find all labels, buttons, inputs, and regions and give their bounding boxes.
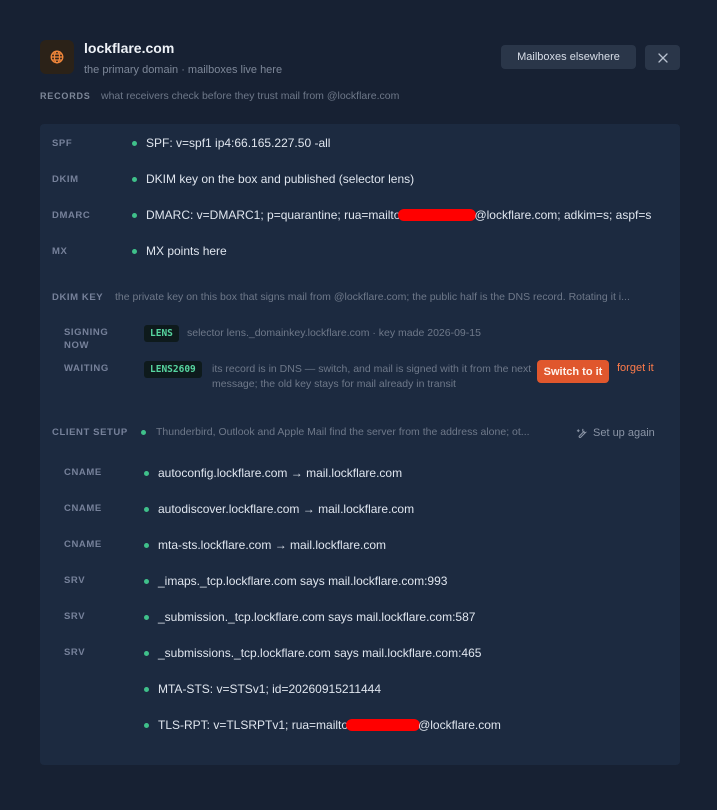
status-dot-mx [132, 249, 137, 254]
status-dot [144, 471, 149, 476]
status-dot [144, 507, 149, 512]
dkim-key-description: the private key on this box that signs m… [115, 291, 630, 303]
client-record-value: _submissions._tcp.lockflare.com says mai… [158, 646, 482, 660]
set-up-again-button[interactable]: Set up again [576, 425, 655, 441]
status-dot [144, 615, 149, 620]
dkim-key-label: DKIM KEY [52, 292, 104, 303]
record-tag-spf: SPF [52, 138, 73, 149]
selector-badge-lens2609: LENS2609 [144, 361, 202, 378]
status-dot-dmarc [132, 213, 137, 218]
wrench-icon [576, 428, 587, 438]
record-value-dmarc: DMARC: v=DMARC1; p=quarantine; rua=mailt… [146, 208, 651, 222]
record-tag-dmarc: DMARC [52, 210, 91, 221]
records-label: RECORDS [40, 91, 91, 101]
client-record-tag: SRV [64, 575, 86, 586]
client-record-value: _submission._tcp.lockflare.com says mail… [158, 610, 476, 624]
signing-key-meta: selector lens._domainkey.lockflare.com ·… [187, 327, 481, 339]
mailboxes-elsewhere-button[interactable]: Mailboxes elsewhere [501, 45, 636, 69]
client-record-tag: CNAME [64, 503, 102, 514]
client-record-tag: SRV [64, 611, 86, 622]
client-record-value: MTA-STS: v=STSv1; id=20260915211444 [158, 682, 382, 696]
domain-title: lockflare.com [84, 40, 175, 56]
client-record-tag: CNAME [64, 467, 102, 478]
signing-now-tag: SIGNING NOW [64, 327, 109, 351]
records-panel: SPF SPF: v=spf1 ip4:66.165.227.50 -all D… [40, 124, 680, 765]
status-dot [144, 579, 149, 584]
status-dot-client-setup [141, 430, 146, 435]
status-dot [144, 687, 149, 692]
forget-key-link[interactable]: forget it [617, 362, 654, 374]
record-value-dmarc-post: @lockflare.com; adkim=s; aspf=s [474, 208, 652, 222]
record-value-mx: MX points here [146, 244, 227, 258]
client-record-value: autodiscover.lockflare.com → mail.lockfl… [158, 502, 415, 516]
client-record-tag: CNAME [64, 539, 102, 550]
record-tag-mx: MX [52, 246, 68, 257]
waiting-tag: WAITING [64, 363, 109, 374]
record-tag-dkim: DKIM [52, 174, 79, 185]
record-value-spf: SPF: v=spf1 ip4:66.165.227.50 -all [146, 136, 331, 150]
client-record-tag: SRV [64, 647, 86, 658]
status-dot [144, 651, 149, 656]
client-record-value: mta-sts.lockflare.com → mail.lockflare.c… [158, 538, 387, 552]
switch-key-button[interactable]: Switch to it [537, 360, 609, 383]
record-value-dkim: DKIM key on the box and published (selec… [146, 172, 415, 186]
records-description: what receivers check before they trust m… [101, 90, 400, 102]
record-value-dmarc-pre: DMARC: v=DMARC1; p=quarantine; rua=mailt… [146, 208, 401, 222]
status-dot-spf [132, 141, 137, 146]
close-icon [657, 52, 668, 63]
status-dot [144, 543, 149, 548]
client-record-value: TLS-RPT: v=TLSRPTv1; rua=mailto @lockflar… [158, 718, 501, 732]
waiting-key-description: its record is in DNS — switch, and mail … [212, 363, 532, 390]
close-button[interactable] [645, 45, 680, 70]
client-setup-label: CLIENT SETUP [52, 427, 128, 438]
status-dot-dkim [132, 177, 137, 182]
selector-badge-lens: LENS [144, 325, 179, 342]
page: lockflare.com the primary domain · mailb… [0, 0, 717, 810]
domain-subtitle: the primary domain · mailboxes live here [84, 64, 283, 76]
globe-icon [40, 40, 74, 74]
redaction-bar [398, 209, 477, 221]
status-dot [144, 723, 149, 728]
client-setup-description: Thunderbird, Outlook and Apple Mail find… [156, 426, 530, 438]
redaction-bar [346, 719, 421, 731]
client-record-value: _imaps._tcp.lockflare.com says mail.lock… [158, 574, 448, 588]
client-record-value: autoconfig.lockflare.com → mail.lockflar… [158, 466, 403, 480]
